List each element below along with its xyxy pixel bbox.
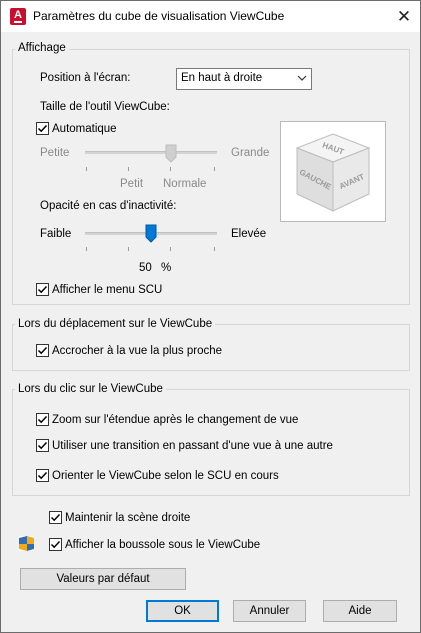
opacity-slider-thumb[interactable] <box>145 224 157 243</box>
drag-group-label: Lors du déplacement sur le ViewCube <box>15 318 216 330</box>
show-compass-label: Afficher la boussole sous le ViewCube <box>65 539 261 551</box>
size-tick-label-small: Petit <box>120 178 144 190</box>
size-tick <box>86 167 87 171</box>
view-transition-label: Utiliser une transition en passant d'une… <box>52 440 333 452</box>
size-slider-track[interactable] <box>85 151 217 154</box>
zoom-extents-checkbox[interactable] <box>36 413 49 426</box>
size-max-label: Grande <box>231 147 270 159</box>
opacity-value: 50 <box>139 262 152 274</box>
compass-icon <box>19 536 34 551</box>
show-ucs-menu-label: Afficher le menu SCU <box>52 284 163 296</box>
opacity-min-label: Faible <box>40 228 72 240</box>
orient-to-ucs-checkbox[interactable] <box>36 469 49 482</box>
click-group-label: Lors du clic sur le ViewCube <box>15 383 166 395</box>
dialog-title: Paramètres du cube de visualisation View… <box>33 9 285 23</box>
view-transition-checkbox[interactable] <box>36 439 49 452</box>
checkmark-icon <box>50 513 61 522</box>
opacity-tick <box>214 247 215 251</box>
opacity-tick <box>128 247 129 251</box>
display-group-label: Affichage <box>15 42 69 54</box>
app-icon-letter: A <box>14 9 22 21</box>
opacity-label: Opacité en cas d'inactivité: <box>40 200 177 212</box>
chevron-down-icon <box>297 75 307 81</box>
position-select[interactable]: En haut à droite <box>176 68 312 90</box>
restore-defaults-button[interactable]: Valeurs par défaut <box>20 568 186 590</box>
autocad-app-icon: A <box>10 8 26 25</box>
position-select-value: En haut à droite <box>181 72 263 84</box>
checkmark-icon <box>37 415 48 424</box>
size-slider-thumb[interactable] <box>165 144 177 163</box>
viewcube-preview: HAUT GAUCHE AVANT <box>280 121 386 222</box>
show-compass-checkbox[interactable] <box>49 538 62 551</box>
position-label: Position à l'écran: <box>40 72 131 84</box>
opacity-max-label: Elevée <box>231 228 267 240</box>
keep-scene-upright-checkbox[interactable] <box>49 511 62 524</box>
opacity-tick <box>170 247 171 251</box>
automatic-label: Automatique <box>52 123 117 135</box>
size-min-label: Petite <box>40 147 70 159</box>
checkmark-icon <box>37 285 48 294</box>
size-label: Taille de l'outil ViewCube: <box>40 101 170 113</box>
snap-label: Accrocher à la vue la plus proche <box>52 345 223 357</box>
show-ucs-menu-checkbox[interactable] <box>36 283 49 296</box>
checkmark-icon <box>37 441 48 450</box>
size-tick <box>214 167 215 171</box>
orient-to-ucs-label: Orienter le ViewCube selon le SCU en cou… <box>52 470 279 482</box>
close-button[interactable]: ✕ <box>387 1 421 32</box>
automatic-checkbox[interactable] <box>36 122 49 135</box>
cancel-button[interactable]: Annuler <box>233 600 306 622</box>
title-bar: A Paramètres du cube de visualisation Vi… <box>1 1 420 32</box>
snap-checkbox[interactable] <box>36 344 49 357</box>
help-button[interactable]: Aide <box>323 600 397 622</box>
size-tick-label-normal: Normale <box>163 178 207 190</box>
size-tick <box>128 167 129 171</box>
size-tick <box>170 167 171 171</box>
keep-scene-upright-label: Maintenir la scène droite <box>65 512 191 524</box>
viewcube-icon: HAUT GAUCHE AVANT <box>295 133 371 212</box>
checkmark-icon <box>37 471 48 480</box>
ok-button[interactable]: OK <box>146 600 219 622</box>
opacity-unit: % <box>161 262 172 274</box>
checkmark-icon <box>37 346 48 355</box>
checkmark-icon <box>37 124 48 133</box>
zoom-extents-label: Zoom sur l'étendue après le changement d… <box>52 414 299 426</box>
viewcube-settings-dialog: A Paramètres du cube de visualisation Vi… <box>0 0 421 633</box>
checkmark-icon <box>50 540 61 549</box>
opacity-tick <box>86 247 87 251</box>
